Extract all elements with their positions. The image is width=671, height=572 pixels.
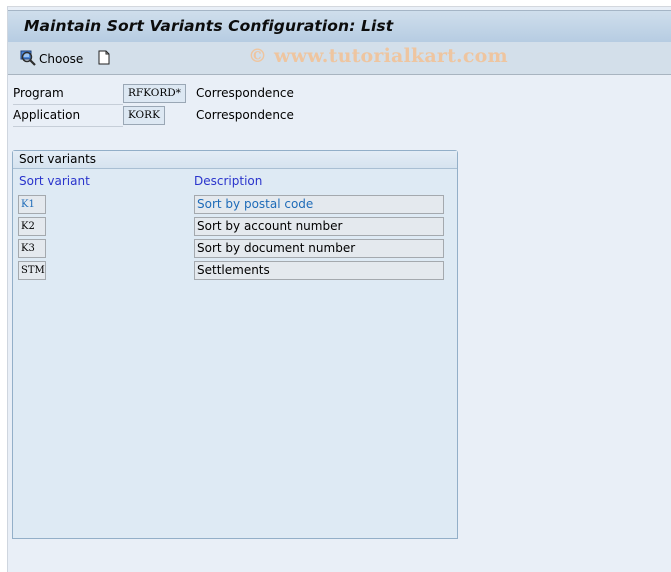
sort-variant-cell[interactable]: K2 [18,217,46,236]
application-toolbar: Choose © www.tutorialkart.com [8,42,671,75]
sort-variant-cell[interactable]: K3 [18,239,46,258]
sort-variants-group: Sort variants Sort variant Description K… [12,150,458,539]
description-cell[interactable]: Sort by document number [194,239,444,258]
column-header-description[interactable]: Description [194,174,262,188]
group-title: Sort variants [13,151,457,169]
application-value[interactable]: KORK [123,106,165,125]
choose-label: Choose [39,52,84,66]
new-entry-button[interactable] [98,50,110,68]
program-label: Program [13,86,123,105]
new-document-icon [98,50,110,68]
watermark: © www.tutorialkart.com [248,45,508,67]
program-value[interactable]: RFKORD* [123,84,186,103]
application-field-row: Application KORK Correspondence [12,106,302,127]
program-field-row: Program RFKORD* Correspondence [12,84,302,105]
description-cell[interactable]: Sort by postal code [194,195,444,214]
choose-button[interactable]: Choose [20,50,83,68]
page-title: Maintain Sort Variants Configuration: Li… [24,17,394,35]
sort-variant-cell[interactable]: STM [18,261,46,280]
program-description: Correspondence [196,86,294,100]
title-bar: Maintain Sort Variants Configuration: Li… [8,10,671,43]
column-header-sort-variant[interactable]: Sort variant [19,174,90,188]
application-label: Application [13,108,123,127]
sap-window: Maintain Sort Variants Configuration: Li… [7,6,671,572]
choose-magnifier-icon [20,50,37,69]
sort-variant-cell[interactable]: K1 [18,195,46,214]
application-description: Correspondence [196,108,294,122]
description-cell[interactable]: Settlements [194,261,444,280]
description-cell[interactable]: Sort by account number [194,217,444,236]
